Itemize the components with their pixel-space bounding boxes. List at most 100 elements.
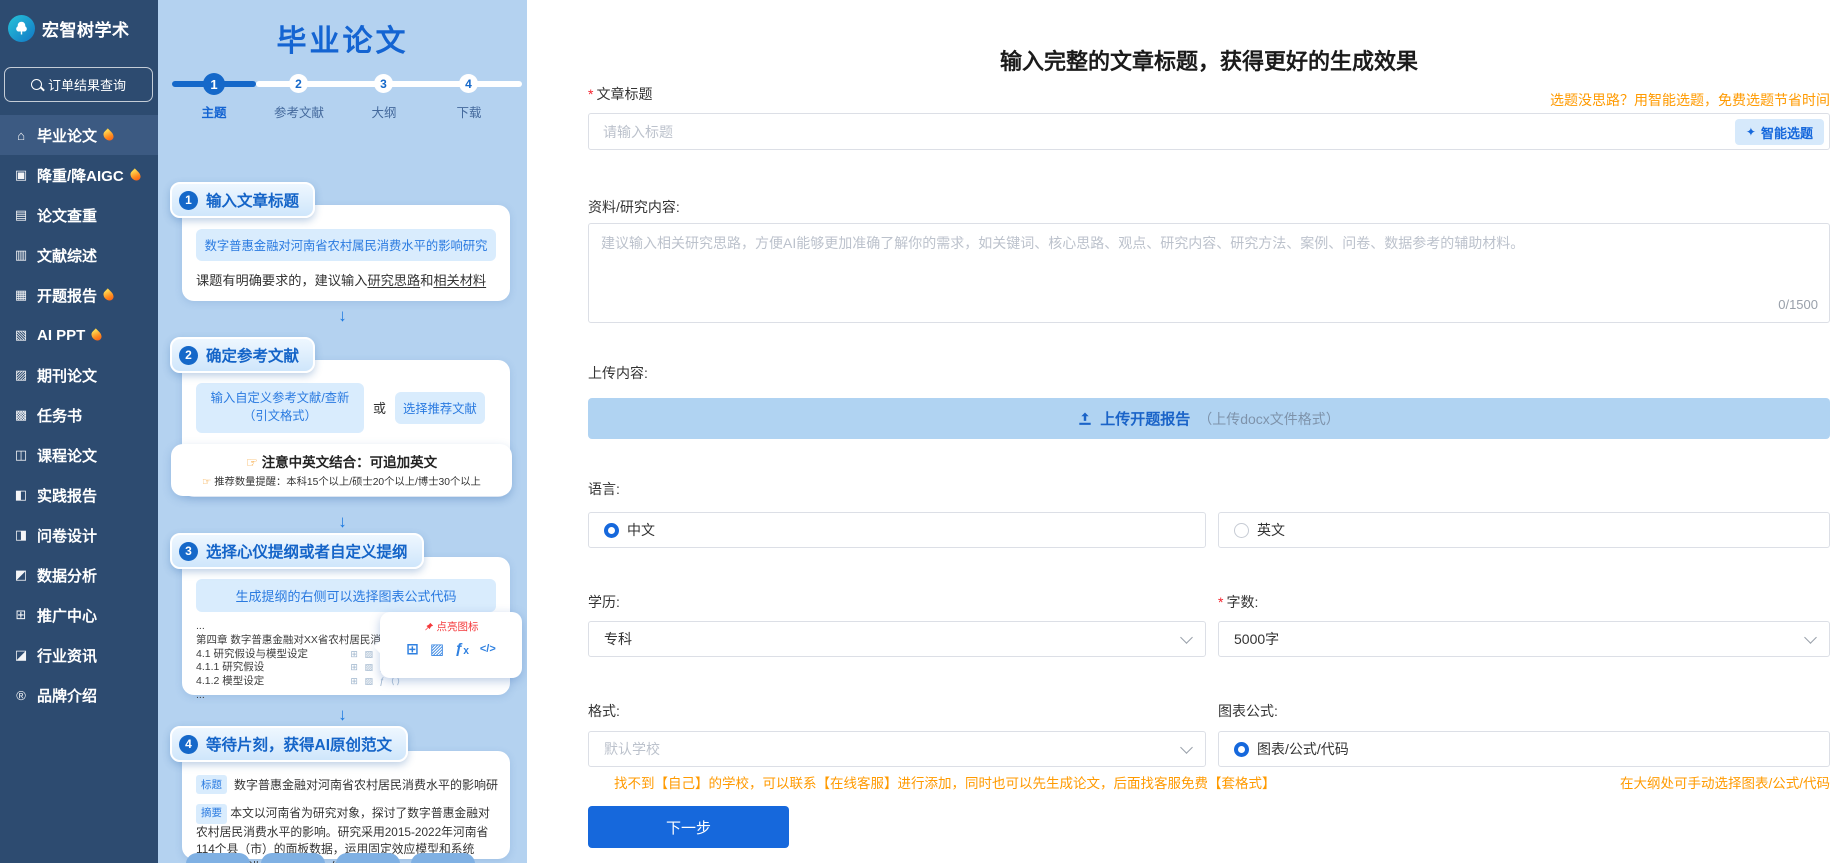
article-title-input[interactable] bbox=[588, 113, 1830, 150]
upload-icon bbox=[1078, 412, 1092, 426]
research-content-textarea[interactable] bbox=[588, 223, 1830, 323]
step-label-references: 参考文献 bbox=[274, 102, 324, 121]
doc-icon: ▥ bbox=[12, 247, 30, 263]
upload-label: 上传内容: bbox=[588, 363, 648, 383]
sidebar-menu: ⌂ 毕业论文 ▣ 降重/降AIGC ▤ 论文查重 ▥ 文献综述 ▦ 开题报告 bbox=[0, 115, 158, 715]
grid-icon: ⊞ bbox=[12, 607, 30, 623]
outline-line: 4.1.1 研究假设 ⊞ ▨ ƒ ⟨⟩ bbox=[196, 661, 402, 675]
smart-topic-hint-link[interactable]: 选题没思路？用智能选题，免费选题节省时间 bbox=[1550, 90, 1830, 110]
chevron-down-icon bbox=[1804, 631, 1817, 644]
hot-flame-icon bbox=[101, 288, 115, 302]
outline-line: 4.1.2 模型设定 ⊞ ▨ ƒ ⟨⟩ bbox=[196, 675, 402, 689]
sidebar-item-data-analysis[interactable]: ◩ 数据分析 bbox=[0, 555, 158, 595]
order-result-query-button[interactable]: 订单结果查询 bbox=[4, 67, 153, 102]
ppt-icon: ▧ bbox=[12, 327, 30, 343]
step-dot-1[interactable]: 1 bbox=[203, 73, 225, 95]
sidebar-item-reduce-aigc[interactable]: ▣ 降重/降AIGC bbox=[0, 155, 158, 195]
format-select[interactable]: 默认学校 bbox=[588, 731, 1206, 767]
sidebar-item-brand-intro[interactable]: ® 品牌介绍 bbox=[0, 675, 158, 715]
sidebar-item-industry-news[interactable]: ◪ 行业资讯 bbox=[0, 635, 158, 675]
sidebar-item-promotion-center[interactable]: ⊞ 推广中心 bbox=[0, 595, 158, 635]
upload-proposal-button[interactable]: 上传开题报告 （上传docx文件格式） bbox=[588, 398, 1830, 439]
workflow-panel: 毕业论文 1 2 3 4 主题 参考文献 大纲 下载 1 输入文章标题 数字普惠… bbox=[158, 0, 527, 863]
research-idea-link: 研究思路 bbox=[367, 273, 420, 288]
sidebar: 宏智树学术 订单结果查询 ⌂ 毕业论文 ▣ 降重/降AIGC ▤ 论文查重 ▥ bbox=[0, 0, 158, 863]
next-step-button[interactable]: 下一步 bbox=[588, 806, 789, 848]
reference-options-row: 输入自定义参考文献/查新（引文格式） 或 选择推荐文献 bbox=[196, 383, 496, 433]
degree-select[interactable]: 专科 bbox=[588, 621, 1206, 657]
chevron-down-icon bbox=[1180, 631, 1193, 644]
example-title-pill: 数字普惠金融对河南省农村属民消费水平的影响研究 bbox=[196, 229, 496, 261]
chart-formula-label: 图表公式: bbox=[1218, 701, 1278, 721]
sidebar-item-course-paper[interactable]: ◫ 课程论文 bbox=[0, 435, 158, 475]
sidebar-item-journal-paper[interactable]: ▨ 期刊论文 bbox=[0, 355, 158, 395]
main-content: 输入完整的文章标题，获得更好的生成效果 文章标题 选题没思路？用智能选题，免费选… bbox=[527, 0, 1837, 863]
step-dot-4[interactable]: 4 bbox=[459, 74, 478, 93]
image-icon[interactable]: ▨ bbox=[430, 640, 444, 658]
formula-icon[interactable]: ƒₓ bbox=[455, 640, 469, 658]
pushpin-icon bbox=[424, 622, 434, 632]
pill bbox=[336, 853, 400, 863]
flow-card-1: 数字普惠金融对河南省农村属民消费水平的影响研究 课题有明确要求的，建议输入研究思… bbox=[182, 205, 510, 301]
code-icon[interactable]: </> bbox=[480, 643, 496, 655]
language-option-chinese[interactable]: 中文 bbox=[588, 512, 1206, 548]
doc-icon: ◨ bbox=[12, 527, 30, 543]
hot-flame-icon bbox=[101, 128, 115, 142]
radio-selected-icon bbox=[1234, 742, 1249, 757]
sidebar-item-thesis[interactable]: ⌂ 毕业论文 bbox=[0, 115, 158, 155]
pill bbox=[261, 853, 325, 863]
doc-icon: ▤ bbox=[12, 207, 30, 223]
sample-title-text: 数字普惠金融对河南省农村居民消费水平的影响研究 bbox=[234, 776, 498, 793]
smart-topic-button[interactable]: ✦ 智能选题 bbox=[1735, 119, 1824, 145]
sidebar-item-plagiarism-check[interactable]: ▤ 论文查重 bbox=[0, 195, 158, 235]
related-material-link: 相关材料 bbox=[433, 273, 486, 288]
radio-selected-icon bbox=[604, 523, 619, 538]
language-option-english[interactable]: 英文 bbox=[1218, 512, 1830, 548]
outline-line: ... bbox=[196, 689, 496, 703]
bottom-pills-row bbox=[186, 853, 475, 863]
abstract-tag: 摘要 bbox=[196, 804, 227, 824]
hand-pointer-icon: ☞ bbox=[202, 477, 211, 488]
search-icon bbox=[31, 79, 42, 90]
chevron-down-icon bbox=[1180, 741, 1193, 754]
panel-title: 毕业论文 bbox=[158, 16, 527, 60]
tree-logo-icon bbox=[8, 15, 35, 42]
chart-formula-option[interactable]: 图表/公式/代码 bbox=[1218, 731, 1830, 767]
tip-line-2: ☞ 推荐数量提醒：本科15个以上/硕士20个以上/博士30个以上 bbox=[173, 473, 510, 488]
table-icon[interactable]: ⊞ bbox=[406, 640, 419, 658]
format-label: 格式: bbox=[588, 701, 620, 721]
doc-icon: ◫ bbox=[12, 447, 30, 463]
flow-badge-3: 3 选择心仪提纲或者自定义提纲 bbox=[170, 533, 424, 569]
chart-icon: ◩ bbox=[12, 567, 30, 583]
school-format-hint[interactable]: 找不到【自己】的学校，可以联系【在线客服】进行添加，同时也可以先生成论文，后面找… bbox=[614, 772, 1276, 792]
flow-badge-1: 1 输入文章标题 bbox=[170, 182, 315, 218]
sidebar-item-literature-review[interactable]: ▥ 文献综述 bbox=[0, 235, 158, 275]
sparkle-icon: ✦ bbox=[1746, 125, 1756, 139]
hot-flame-icon bbox=[128, 168, 142, 182]
chart-manual-hint: 在大纲处可手动选择图表/公式/代码 bbox=[1620, 772, 1830, 792]
step-label-outline: 大纲 bbox=[371, 102, 396, 121]
hot-flame-icon bbox=[90, 328, 104, 342]
doc-icon: ◧ bbox=[12, 487, 30, 503]
word-count-select[interactable]: 5000字 bbox=[1218, 621, 1830, 657]
step-label-topic: 主题 bbox=[201, 102, 226, 121]
article-title-label: 文章标题 bbox=[588, 84, 652, 104]
page-title: 输入完整的文章标题，获得更好的生成效果 bbox=[588, 44, 1830, 76]
sidebar-item-ai-ppt[interactable]: ▧ AI PPT bbox=[0, 315, 158, 355]
step-dot-3[interactable]: 3 bbox=[374, 74, 393, 93]
tip-line-1: ☞ 注意中英文结合：可追加英文 bbox=[173, 451, 510, 471]
step-dot-2[interactable]: 2 bbox=[289, 74, 308, 93]
flow-card-1-note: 课题有明确要求的，建议输入研究思路和相关材料 bbox=[196, 270, 496, 289]
flow-badge-4: 4 等待片刻，获得AI原创范文 bbox=[170, 726, 408, 762]
outline-line: 4.1 研究假设与模型设定 ⊞ ▨ ƒ ⟨⟩ bbox=[196, 648, 402, 662]
sidebar-item-task-book[interactable]: ▩ 任务书 bbox=[0, 395, 158, 435]
sidebar-item-practice-report[interactable]: ◧ 实践报告 bbox=[0, 475, 158, 515]
doc-icon: ▩ bbox=[12, 407, 30, 423]
sidebar-item-questionnaire-design[interactable]: ◨ 问卷设计 bbox=[0, 515, 158, 555]
sidebar-item-proposal-report[interactable]: ▦ 开题报告 bbox=[0, 275, 158, 315]
outline-hint-pill: 生成提纲的右侧可以选择图表公式代码 bbox=[196, 579, 496, 612]
brand-logo: 宏智树学术 bbox=[0, 0, 158, 42]
hand-pointer-icon: ☞ bbox=[246, 455, 258, 470]
step-label-download: 下载 bbox=[456, 102, 481, 121]
research-content-label: 资料/研究内容: bbox=[588, 197, 680, 217]
